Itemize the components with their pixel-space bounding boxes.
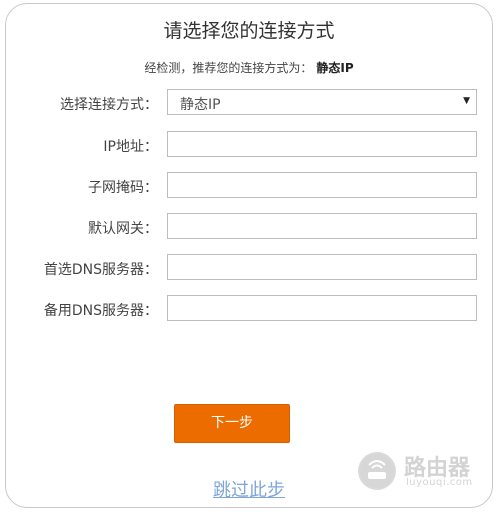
secondary-dns-input[interactable] xyxy=(167,295,477,321)
connection-dialog: 请选择您的连接方式 经检测，推荐您的连接方式为： 静态IP 选择连接方式： 静态I… xyxy=(5,3,493,508)
detection-prefix: 经检测，推荐您的连接方式为： xyxy=(144,61,313,75)
default-gateway-input[interactable] xyxy=(167,213,477,239)
subnet-mask-row: 子网掩码： xyxy=(6,172,494,199)
watermark-logo: 路由器 luyouqi.com xyxy=(358,448,488,496)
router-logo-icon xyxy=(358,452,396,490)
detection-value: 静态IP xyxy=(316,61,354,75)
secondary-dns-row: 备用DNS服务器： xyxy=(6,295,494,322)
watermark-url: luyouqi.com xyxy=(406,477,473,488)
ip-address-label: IP地址： xyxy=(103,139,158,155)
default-gateway-row: 默认网关： xyxy=(6,213,494,240)
secondary-dns-label: 备用DNS服务器： xyxy=(43,303,158,319)
ip-address-row: IP地址： xyxy=(6,131,494,158)
primary-dns-row: 首选DNS服务器： xyxy=(6,254,494,281)
connection-type-select[interactable]: 静态IP ▼ xyxy=(167,89,477,115)
dialog-title: 请选择您的连接方式 xyxy=(163,20,335,42)
connection-type-value: 静态IP xyxy=(180,97,221,113)
primary-dns-input[interactable] xyxy=(167,254,477,280)
default-gateway-label: 默认网关： xyxy=(88,221,158,237)
connection-type-row: 选择连接方式： 静态IP ▼ xyxy=(6,89,494,116)
chevron-down-icon: ▼ xyxy=(463,96,470,106)
connection-type-label: 选择连接方式： xyxy=(60,97,158,113)
ip-address-input[interactable] xyxy=(167,131,477,157)
subnet-mask-input[interactable] xyxy=(167,172,477,198)
next-step-button[interactable]: 下一步 xyxy=(174,404,290,443)
subnet-mask-label: 子网掩码： xyxy=(88,180,158,196)
detection-result: 经检测，推荐您的连接方式为： 静态IP xyxy=(6,59,492,76)
primary-dns-label: 首选DNS服务器： xyxy=(43,262,158,278)
